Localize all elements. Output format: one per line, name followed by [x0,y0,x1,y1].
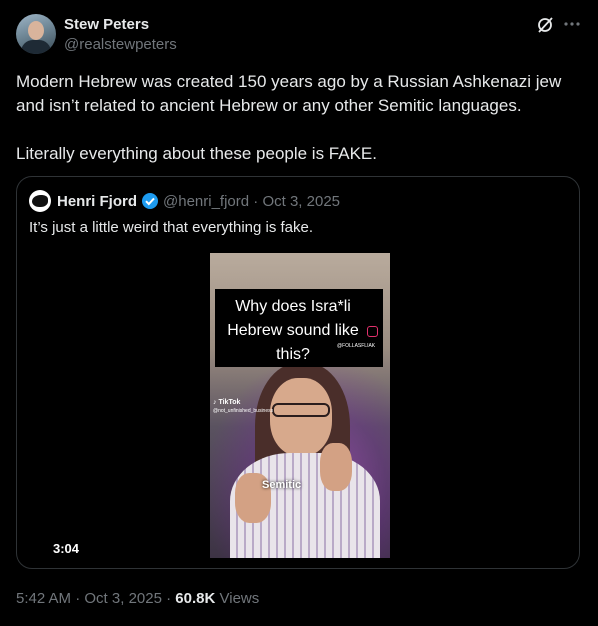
tweet-text-paragraph-2: Literally everything about these people … [16,144,377,163]
video-caption-box: Why does Isra*li Hebrew sound like this?… [215,289,383,367]
video-player[interactable]: Why does Isra*li Hebrew sound like this?… [27,253,569,558]
quoted-post-card[interactable]: Henri Fjord @henri_fjord · Oct 3, 2025 I… [16,176,580,569]
verified-icon [142,193,158,209]
footer-separator-2: · [166,590,176,607]
quoted-author-name[interactable]: Henri Fjord [57,193,137,210]
post-time[interactable]: 5:42 AM [16,590,71,607]
video-caption-handle: @FOLLASFLIAK [337,343,376,349]
video-caption: Why does Isra*li Hebrew sound like this? [227,298,359,363]
tiktok-watermark: ♪ TikTok @not_unfinished_business [213,399,273,415]
person-glasses [272,403,330,417]
quoted-author-avatar[interactable] [29,190,51,212]
tweet-text: Modern Hebrew was created 150 years ago … [16,70,582,166]
post-footer: 5:42 AM · Oct 3, 2025 · 60.8K Views [16,590,259,607]
quoted-author-handle[interactable]: @henri_fjord [163,193,249,210]
quoted-date[interactable]: Oct 3, 2025 [262,193,340,210]
avatar-suit [21,40,51,54]
author-avatar[interactable] [16,14,56,54]
quoted-meta: @henri_fjord · Oct 3, 2025 [163,193,340,210]
views-label: Views [219,590,260,607]
more-icon[interactable] [562,14,582,34]
instagram-icon [367,326,378,337]
author-name[interactable]: Stew Peters [64,16,149,33]
avatar-face [28,21,44,40]
post-date[interactable]: Oct 3, 2025 [84,590,162,607]
person-face [270,378,332,456]
video-duration: 3:04 [53,541,80,556]
video-overlay-word: Semitic [262,479,302,491]
tiktok-username: @not_unfinished_business [213,408,274,414]
bird-logo-icon [32,195,48,207]
quoted-text: It’s just a little weird that everything… [29,219,314,236]
video-frame[interactable]: Why does Isra*li Hebrew sound like this?… [210,253,390,558]
tweet-text-paragraph-1: Modern Hebrew was created 150 years ago … [16,72,562,115]
author-handle[interactable]: @realstewpeters [64,36,177,53]
footer-separator-1: · [75,590,85,607]
person-hand-right [320,443,352,491]
grok-icon[interactable] [536,16,554,34]
tiktok-icon: ♪ [213,399,217,406]
tiktok-brand: TikTok [218,399,241,406]
views-count: 60.8K [175,590,216,607]
